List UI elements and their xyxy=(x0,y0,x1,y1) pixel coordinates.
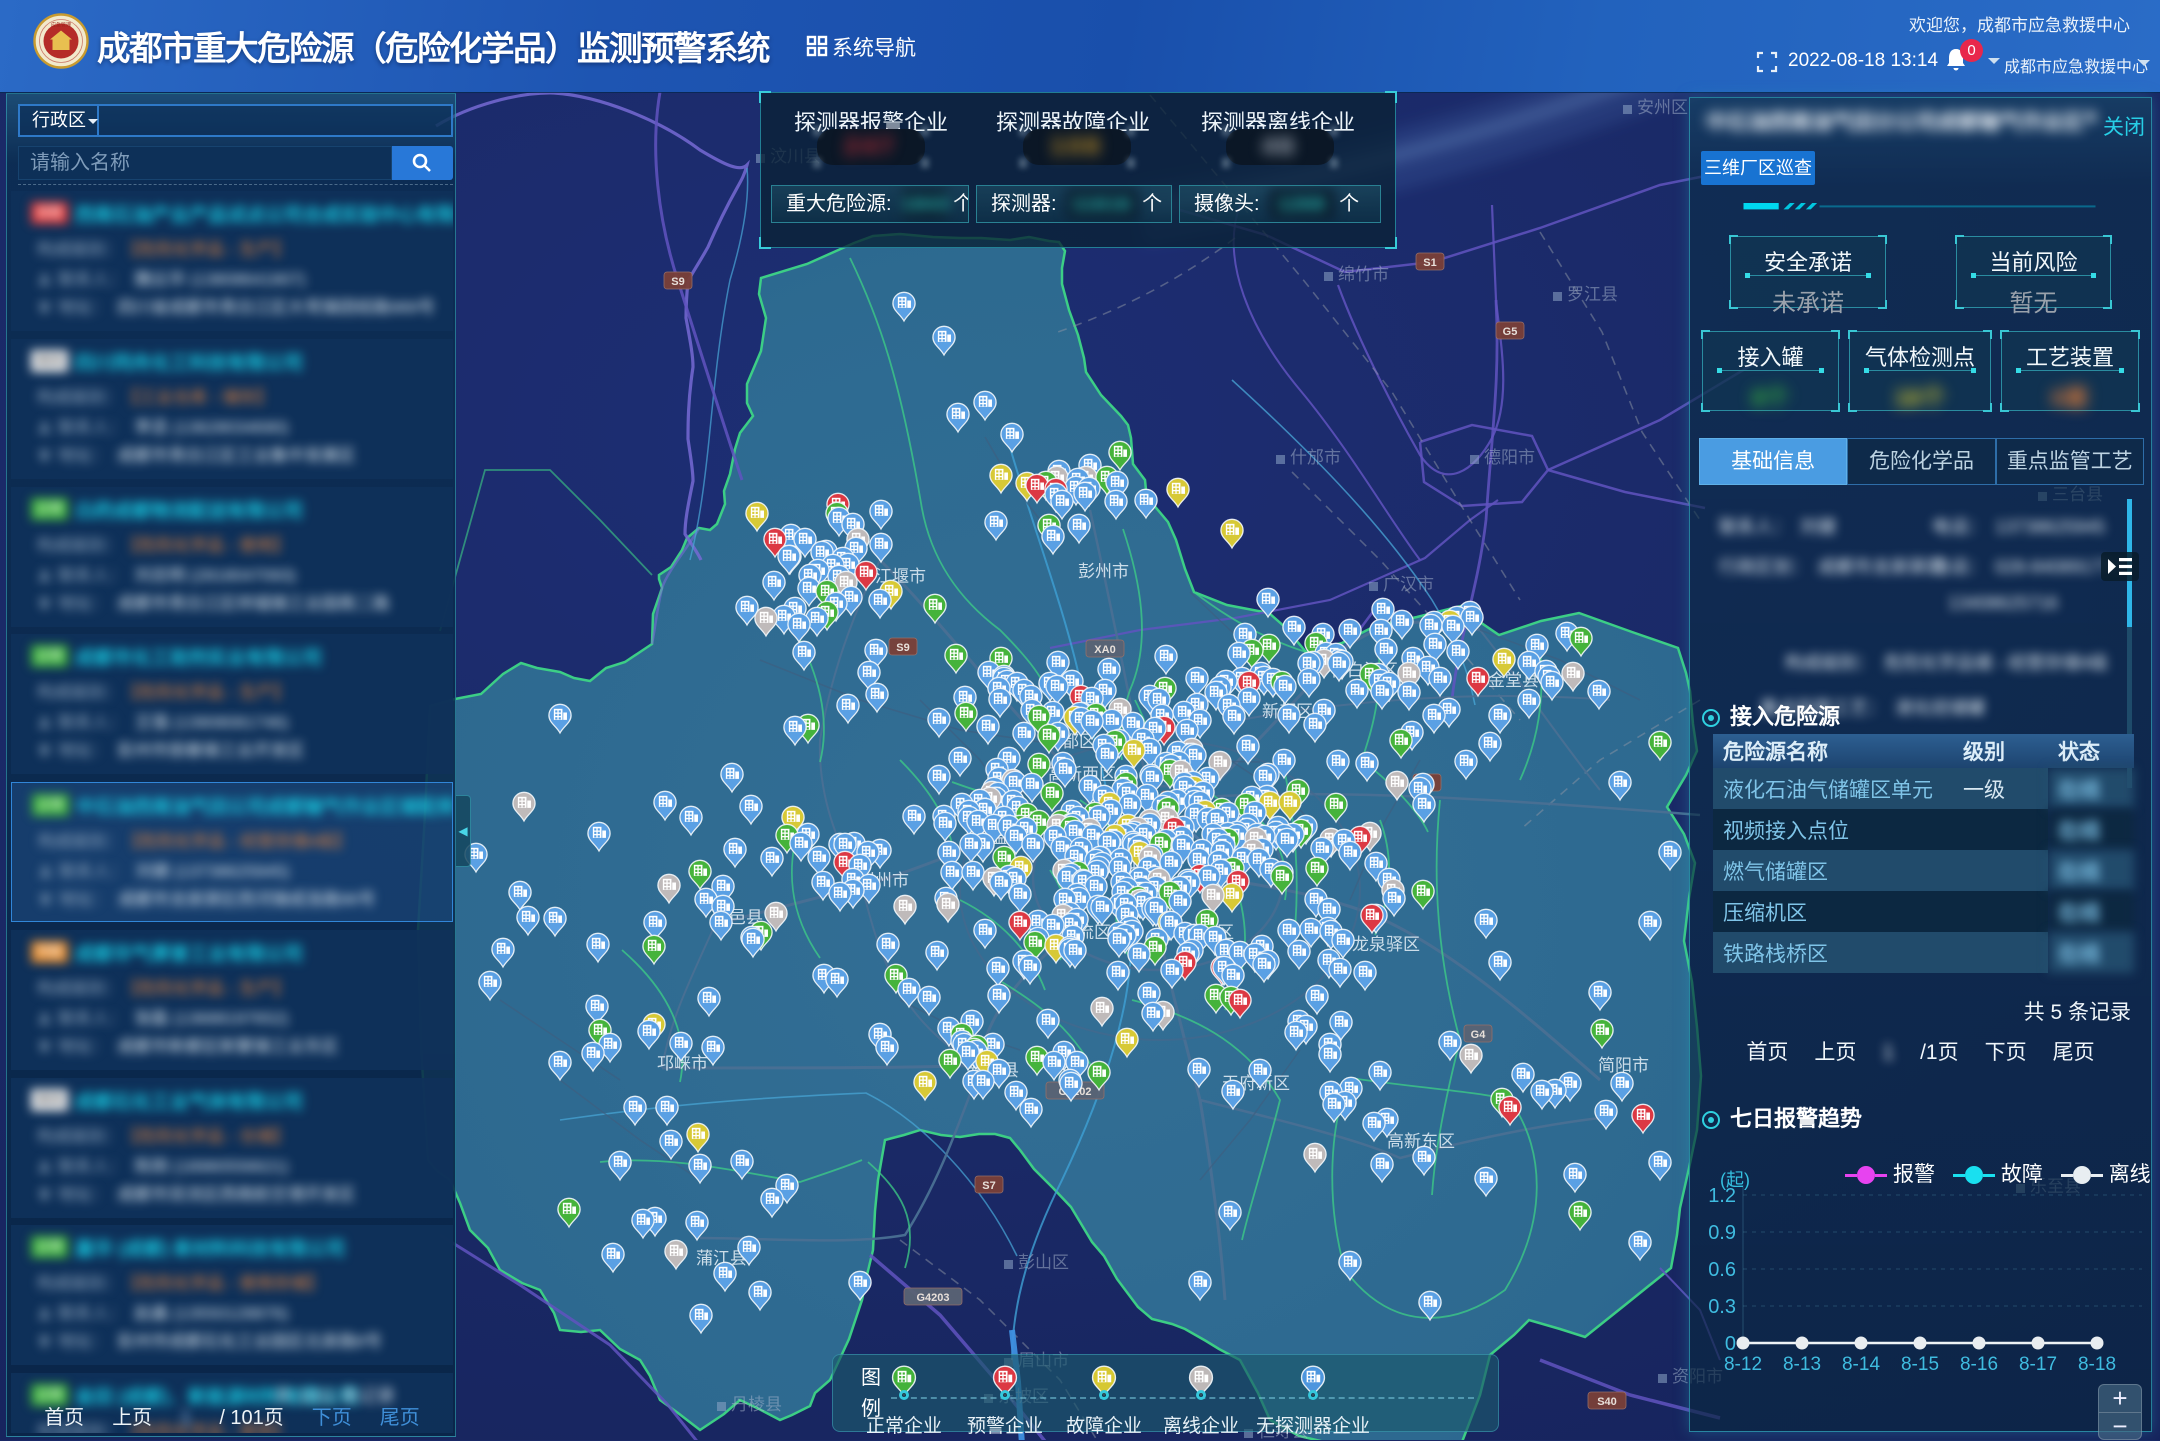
svg-text:丹棱县: 丹棱县 xyxy=(731,1395,782,1414)
svg-text:绵竹市: 绵竹市 xyxy=(1338,265,1389,284)
svg-text:G5: G5 xyxy=(1503,326,1518,338)
svg-text:龙泉驿区: 龙泉驿区 xyxy=(1352,935,1420,954)
svg-text:XA0: XA0 xyxy=(1094,644,1115,656)
svg-text:彭州市: 彭州市 xyxy=(1078,562,1129,581)
svg-text:广汉市: 广汉市 xyxy=(1383,575,1434,594)
svg-text:8-13: 8-13 xyxy=(1783,1354,1821,1375)
svg-text:S9: S9 xyxy=(671,276,684,288)
svg-text:什邡市: 什邡市 xyxy=(1290,448,1341,467)
svg-text:8-17: 8-17 xyxy=(2019,1354,2057,1375)
svg-text:0.9: 0.9 xyxy=(1708,1222,1736,1244)
svg-text:S40: S40 xyxy=(1597,1396,1617,1408)
svg-text:S9: S9 xyxy=(896,642,909,654)
svg-text:G4: G4 xyxy=(1471,1029,1487,1041)
svg-text:G4203: G4203 xyxy=(916,1292,949,1304)
svg-text:1.2: 1.2 xyxy=(1708,1185,1736,1207)
svg-text:8-12: 8-12 xyxy=(1724,1354,1762,1375)
svg-text:德阳市: 德阳市 xyxy=(1484,448,1535,467)
svg-text:0: 0 xyxy=(1725,1333,1736,1355)
svg-text:安州区: 安州区 xyxy=(1637,98,1688,117)
svg-text:应急管理: 应急管理 xyxy=(51,22,71,29)
svg-text:8-14: 8-14 xyxy=(1842,1354,1880,1375)
svg-text:彭山区: 彭山区 xyxy=(1018,1253,1069,1272)
svg-text:0.3: 0.3 xyxy=(1708,1296,1736,1318)
svg-text:S7: S7 xyxy=(982,1180,995,1192)
svg-text:8-16: 8-16 xyxy=(1960,1354,1998,1375)
svg-text:8-18: 8-18 xyxy=(2078,1354,2116,1375)
svg-text:0.6: 0.6 xyxy=(1708,1259,1736,1281)
svg-text:8-15: 8-15 xyxy=(1901,1354,1939,1375)
svg-text:S1: S1 xyxy=(1423,257,1436,269)
svg-text:罗江县: 罗江县 xyxy=(1567,285,1618,304)
